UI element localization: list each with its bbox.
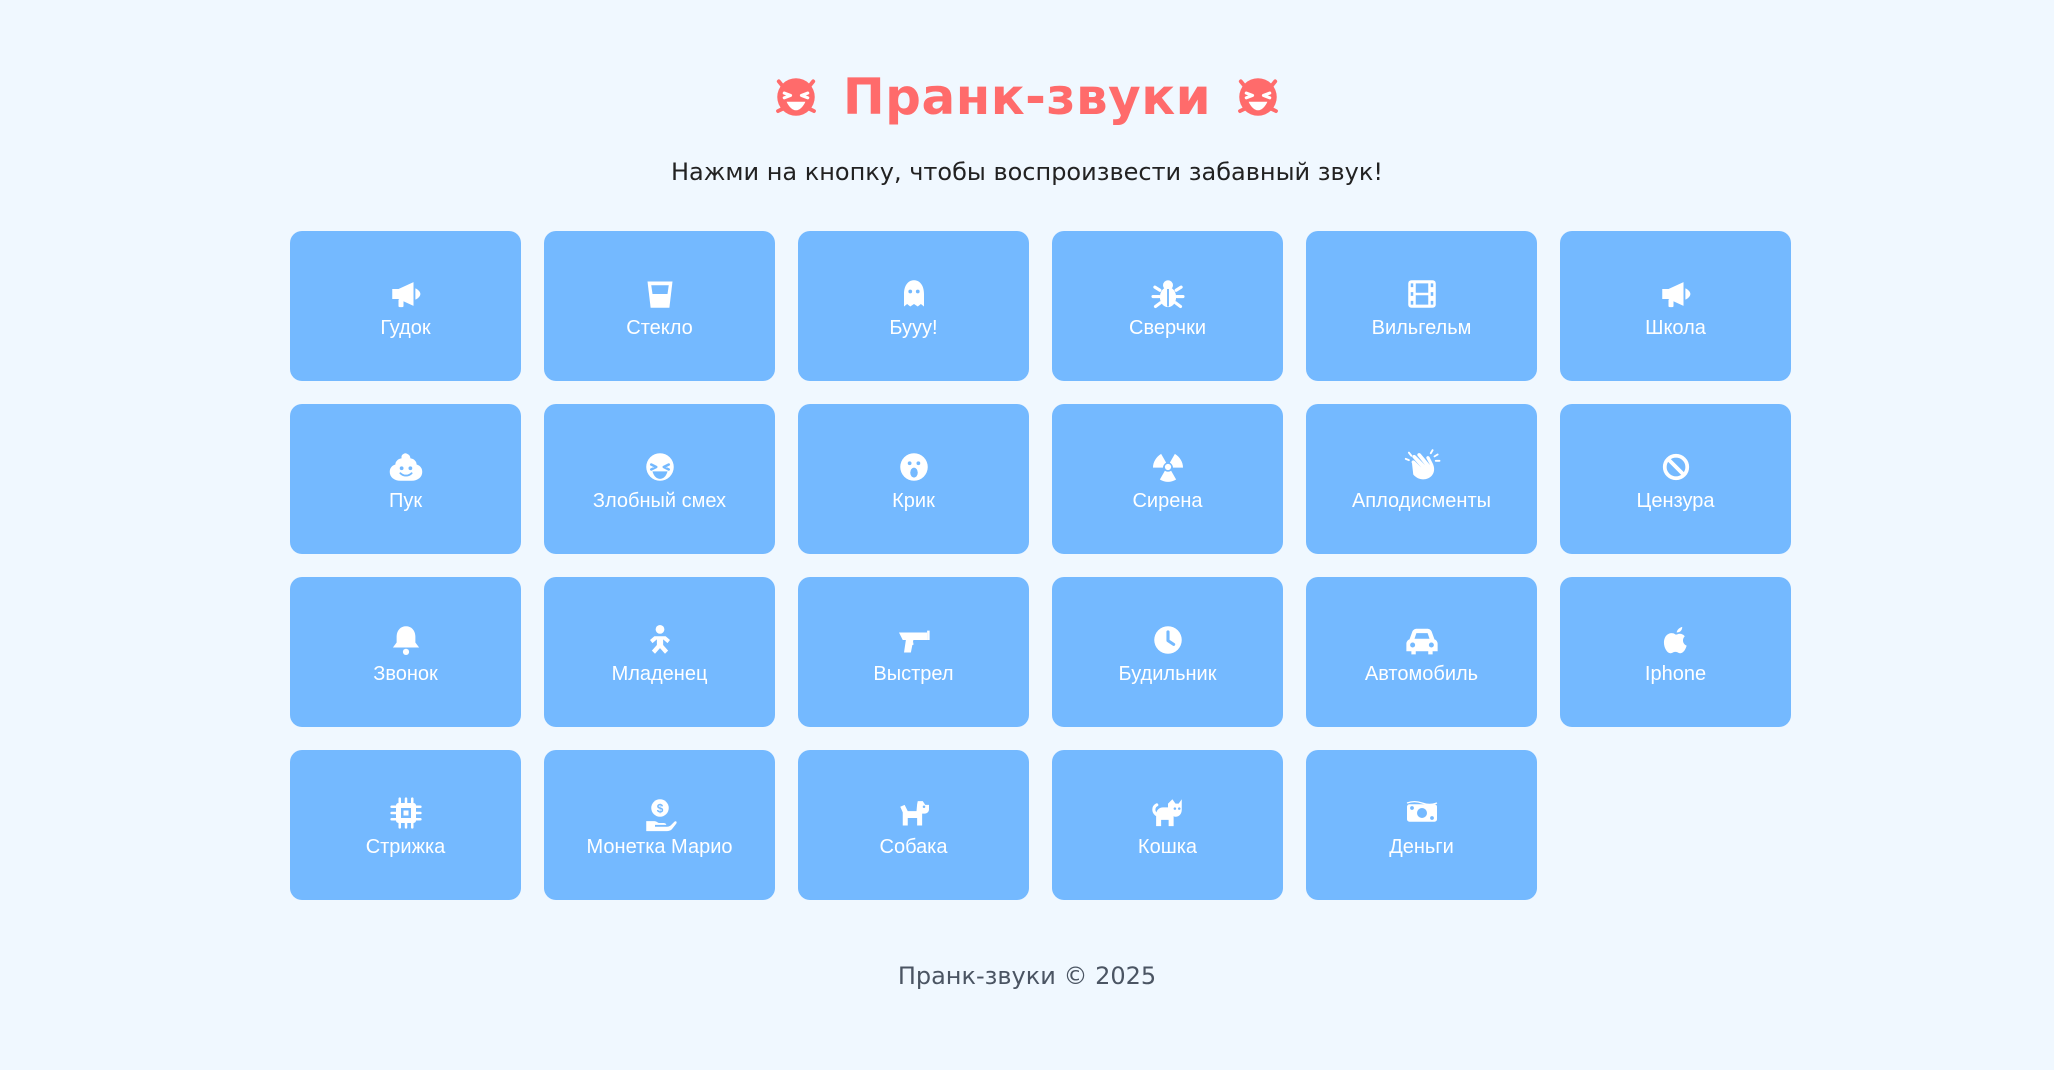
hands-clapping-icon [1402,447,1442,487]
sound-button-money[interactable]: Деньги [1306,750,1537,900]
page-header: Пранк-звуки Нажми на кнопку, чтобы воспр… [0,62,2054,184]
sound-button-label: Сирена [1132,489,1203,512]
film-icon [1402,274,1442,314]
sound-button-label: Кошка [1137,835,1198,858]
sound-button-label: Бууу! [889,316,938,339]
sound-button-evil-laugh[interactable]: Злобный смех [544,404,775,554]
glass-icon [640,274,680,314]
sound-button-horn[interactable]: Гудок [290,231,521,381]
megaphone-icon [386,274,426,314]
laugh-squint-icon [771,72,821,122]
poop-icon [386,447,426,487]
sound-button-label: Вильгельм [1371,316,1472,339]
sound-button-ring[interactable]: Звонок [290,577,521,727]
sound-button-label: Аплодисменты [1351,489,1492,512]
sound-button-cat[interactable]: Кошка [1052,750,1283,900]
dog-icon [894,793,934,833]
sound-button-haircut[interactable]: Стрижка [290,750,521,900]
sound-button-wilhelm[interactable]: Вильгельм [1306,231,1537,381]
sound-button-dog[interactable]: Собака [798,750,1029,900]
laugh-squint-icon [1233,72,1283,122]
sound-button-label: Злобный смех [592,489,727,512]
page-title: Пранк-звуки [842,68,1212,126]
radiation-icon [1148,447,1188,487]
sound-button-applause[interactable]: Аплодисменты [1306,404,1537,554]
sound-buttons-grid: Гудок Стекло Бууу! Сверчки Вильгельм Шко… [290,231,1791,900]
sound-button-baby[interactable]: Младенец [544,577,775,727]
sound-button-label: Монетка Марио [586,835,733,858]
sound-button-label: Младенец [611,662,708,685]
sound-button-label: Будильник [1118,662,1217,685]
sound-button-label: Крик [892,489,935,512]
sound-button-scream[interactable]: Крик [798,404,1029,554]
surprise-icon [894,447,934,487]
sound-button-label: Собака [879,835,948,858]
footer-text: Пранк-звуки © 2025 [897,962,1157,990]
sound-button-label: Звонок [373,662,438,685]
megaphone-icon [1656,274,1696,314]
cat-icon [1148,793,1188,833]
sound-button-label: Гудок [380,316,431,339]
sound-button-school[interactable]: Школа [1560,231,1791,381]
sound-button-label: Выстрел [873,662,954,685]
microchip-icon [386,793,426,833]
bell-icon [386,620,426,660]
sound-button-mario-coin[interactable]: $ Монетка Марио [544,750,775,900]
gun-icon [894,620,934,660]
sound-button-car[interactable]: Автомобиль [1306,577,1537,727]
sound-button-label: Iphone [1644,662,1707,685]
sound-button-label: Стрижка [365,835,446,858]
sound-button-label: Деньги [1389,835,1454,858]
sound-button-fart[interactable]: Пук [290,404,521,554]
sound-button-label: Пук [388,489,423,512]
sound-button-label: Цензура [1636,489,1715,512]
title-row: Пранк-звуки [0,62,2054,132]
sound-button-shot[interactable]: Выстрел [798,577,1029,727]
laugh-squint-icon [640,447,680,487]
apple-icon [1656,620,1696,660]
sound-button-label: Стекло [626,316,693,339]
ghost-icon [894,274,934,314]
sound-button-censorship[interactable]: Цензура [1560,404,1791,554]
sound-button-label: Автомобиль [1364,662,1479,685]
sound-button-alarm[interactable]: Будильник [1052,577,1283,727]
money-bill-icon [1402,793,1442,833]
baby-icon [640,620,680,660]
clock-icon [1148,620,1188,660]
prank-sounds-page: Пранк-звуки Нажми на кнопку, чтобы воспр… [0,0,2054,1070]
sound-button-glass[interactable]: Стекло [544,231,775,381]
sound-button-iphone[interactable]: Iphone [1560,577,1791,727]
sound-button-label: Школа [1645,316,1706,339]
bug-icon [1148,274,1188,314]
car-icon [1402,620,1442,660]
sound-button-siren[interactable]: Сирена [1052,404,1283,554]
ban-icon [1656,447,1696,487]
page-subtitle: Нажми на кнопку, чтобы воспроизвести заб… [671,158,1383,186]
sound-button-boo[interactable]: Бууу! [798,231,1029,381]
sound-button-label: Сверчки [1129,316,1206,339]
sound-button-crickets[interactable]: Сверчки [1052,231,1283,381]
coin-hand-icon: $ [640,793,680,833]
svg-text:$: $ [656,801,663,815]
